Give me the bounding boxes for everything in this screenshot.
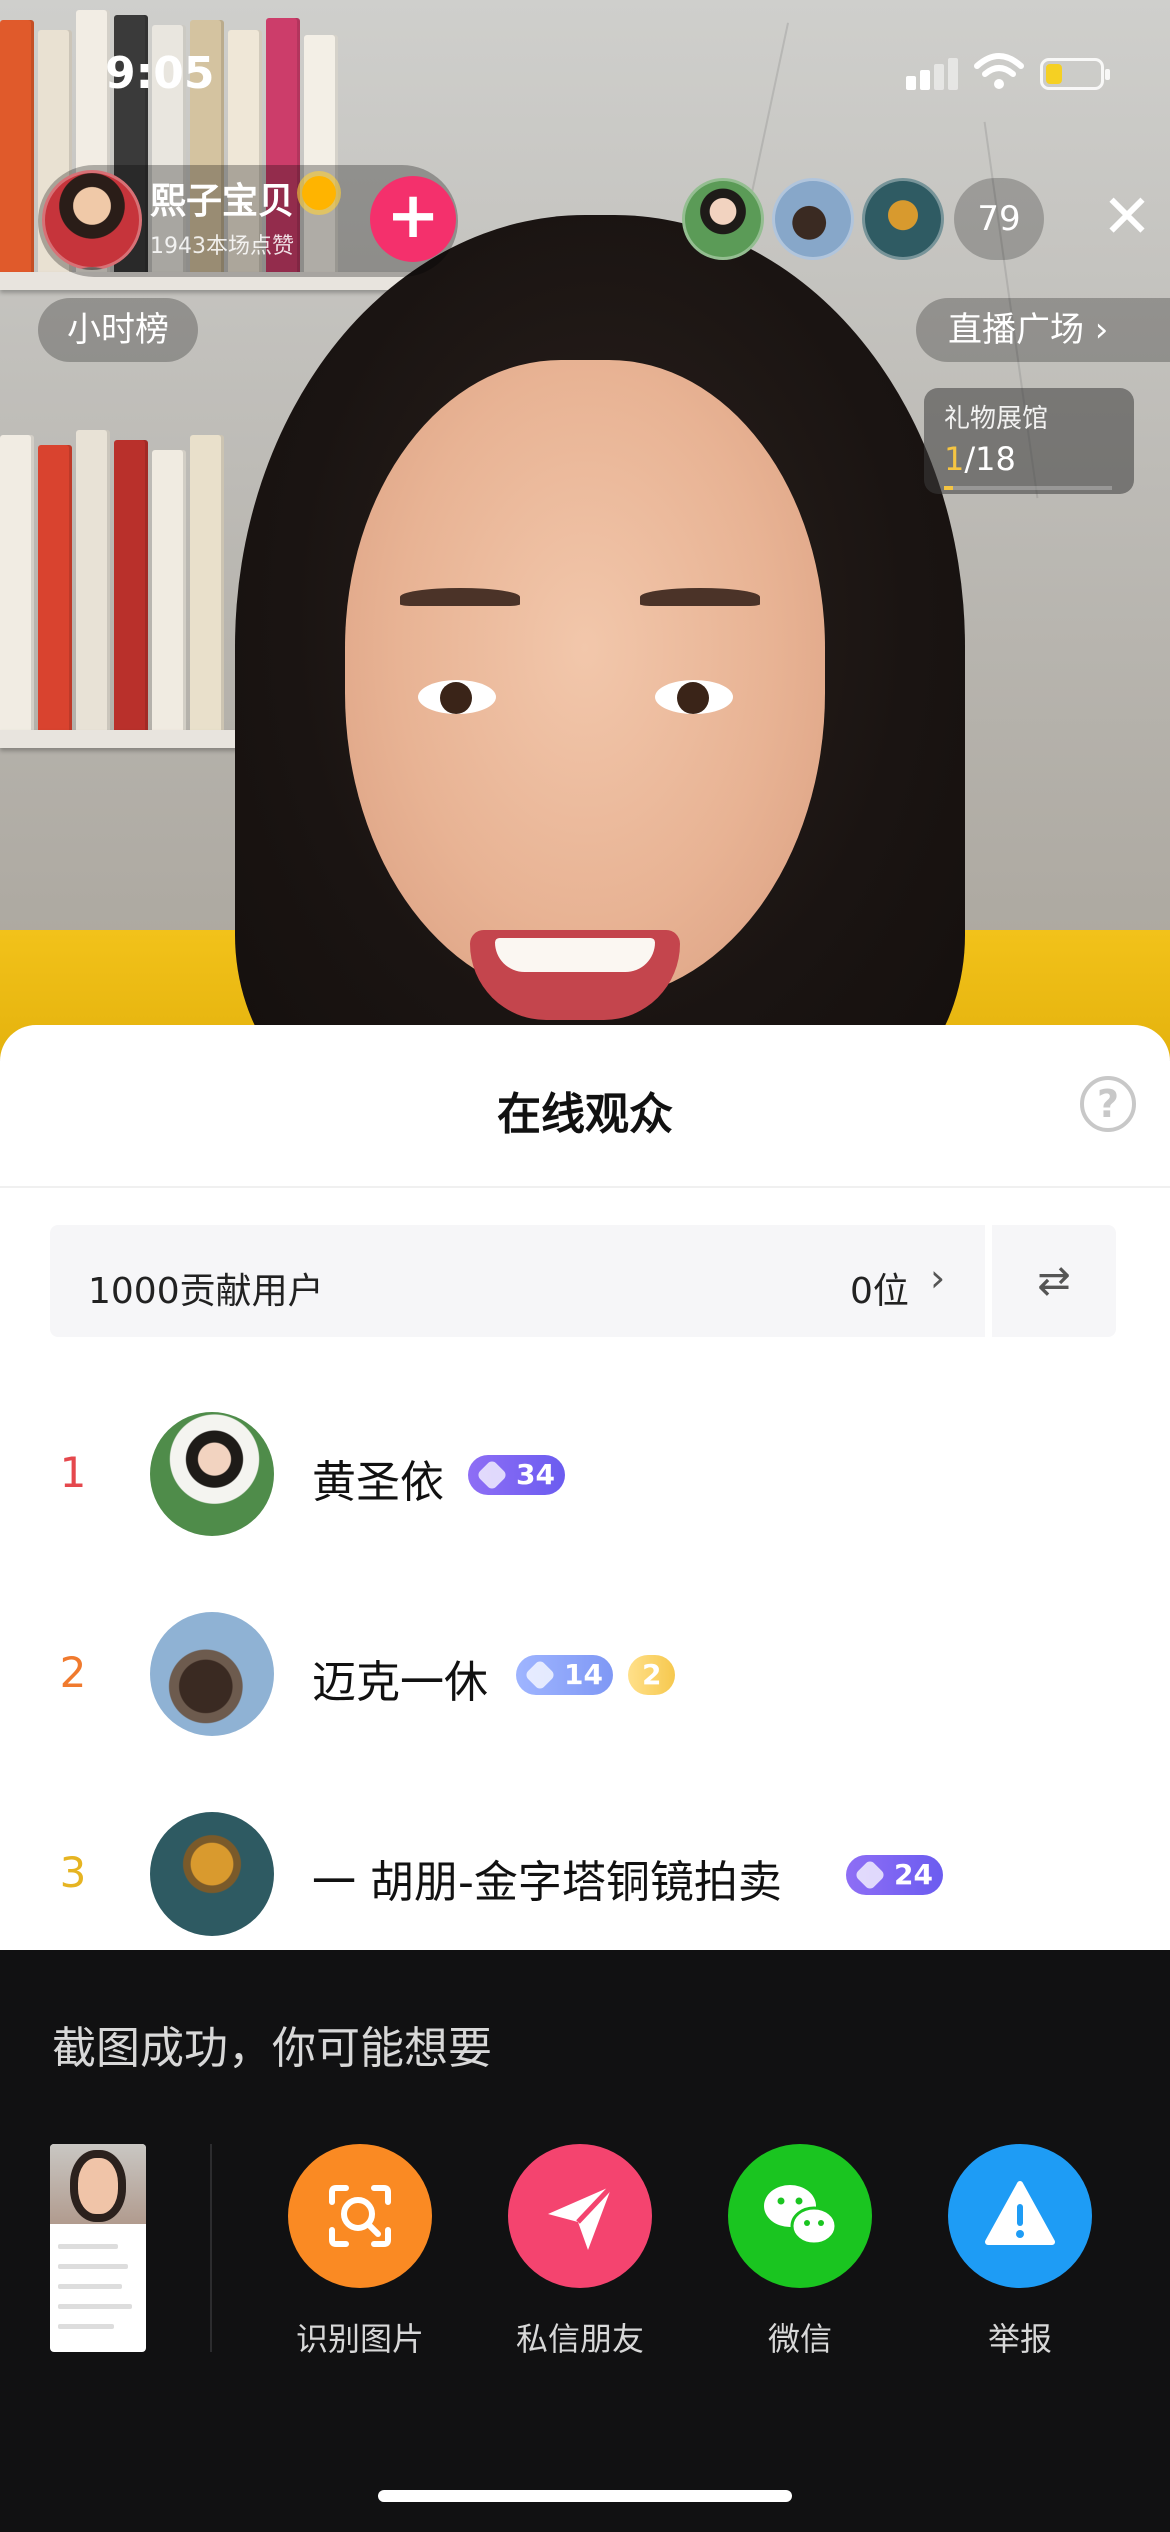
warning-icon <box>985 2181 1055 2245</box>
top-viewer-avatar[interactable] <box>772 178 854 260</box>
top-viewer-avatar[interactable] <box>682 178 764 260</box>
report-button[interactable] <box>948 2144 1092 2288</box>
scan-image-label: 识别图片 <box>295 2320 424 2358</box>
gift-gallery-current: 1 <box>944 440 965 478</box>
live-plaza-button[interactable]: 直播广场 › <box>916 298 1170 362</box>
sheet-title: 在线观众 <box>497 1089 673 1140</box>
teeth <box>495 938 655 972</box>
contributor-count: 0位 <box>850 1271 909 1312</box>
viewer-rank: 3 <box>59 1848 87 1897</box>
follow-button[interactable]: + <box>370 176 456 262</box>
switch-button[interactable]: ⇄ <box>992 1225 1116 1337</box>
wifi-icon <box>974 53 1024 89</box>
battery-icon <box>1040 58 1110 90</box>
viewer-rank: 2 <box>59 1648 87 1697</box>
gift-gallery-title: 礼物展馆 <box>944 404 1049 434</box>
gift-gallery-progress <box>944 486 1112 490</box>
status-time: 9:05 <box>105 48 215 99</box>
viewer-avatar[interactable] <box>150 1612 274 1736</box>
gift-gallery-count: 1/18 <box>944 440 1016 478</box>
home-indicator[interactable] <box>378 2490 792 2502</box>
level-badge: 34 <box>468 1455 565 1495</box>
right-brow <box>640 588 760 606</box>
message-friend-label: 私信朋友 <box>515 2320 644 2358</box>
gift-gallery-total: /18 <box>964 440 1016 478</box>
fan-badge: 2 <box>628 1655 676 1695</box>
level-badge: 24 <box>846 1855 943 1895</box>
contributor-label: 1000贡献用户 <box>88 1271 324 1312</box>
shelf <box>0 730 250 748</box>
viewer-name: 迈克一休 <box>312 1657 488 1708</box>
screenshot-thumbnail[interactable] <box>50 2144 146 2352</box>
wechat-button[interactable] <box>728 2144 872 2288</box>
top-viewer-avatar[interactable] <box>862 178 944 260</box>
message-friend-button[interactable] <box>508 2144 652 2288</box>
streamer-face <box>345 360 825 1000</box>
gift-gallery-progress-fill <box>944 486 954 490</box>
host-name: 熙子宝贝 <box>150 181 295 222</box>
hour-rank-button[interactable]: 小时榜 <box>38 298 198 362</box>
panel-divider <box>210 2144 212 2352</box>
viewer-count[interactable]: 79 <box>954 178 1044 260</box>
viewer-rank: 1 <box>59 1448 87 1497</box>
left-brow <box>400 588 520 606</box>
close-button[interactable]: ✕ <box>1096 186 1158 248</box>
wechat-label: 微信 <box>767 2320 832 2358</box>
sheet-divider <box>0 1186 1170 1188</box>
live-video <box>0 0 1170 1060</box>
send-icon <box>548 2184 614 2250</box>
chevron-right-icon: › <box>930 1256 946 1300</box>
level-badge: 14 <box>516 1655 613 1695</box>
viewer-avatar[interactable] <box>150 1412 274 1536</box>
left-eye <box>418 680 496 714</box>
report-label: 举报 <box>987 2320 1052 2358</box>
sun-badge-icon <box>302 176 336 210</box>
bookshelf-middle <box>0 430 224 735</box>
scan-image-button[interactable] <box>288 2144 432 2288</box>
wechat-icon <box>764 2185 838 2246</box>
host-avatar[interactable] <box>42 170 142 270</box>
viewer-name: 黄圣依 <box>312 1457 444 1508</box>
right-eye <box>655 680 733 714</box>
scan-image-icon <box>329 2185 391 2247</box>
help-icon[interactable]: ? <box>1080 1076 1136 1132</box>
viewer-avatar[interactable] <box>150 1812 274 1936</box>
screenshot-panel-title: 截图成功，你可能想要 <box>52 2023 492 2074</box>
host-likes: 1943本场点赞 <box>150 234 294 259</box>
viewer-name: 一 胡朋-金字塔铜镜拍卖 <box>312 1857 782 1908</box>
